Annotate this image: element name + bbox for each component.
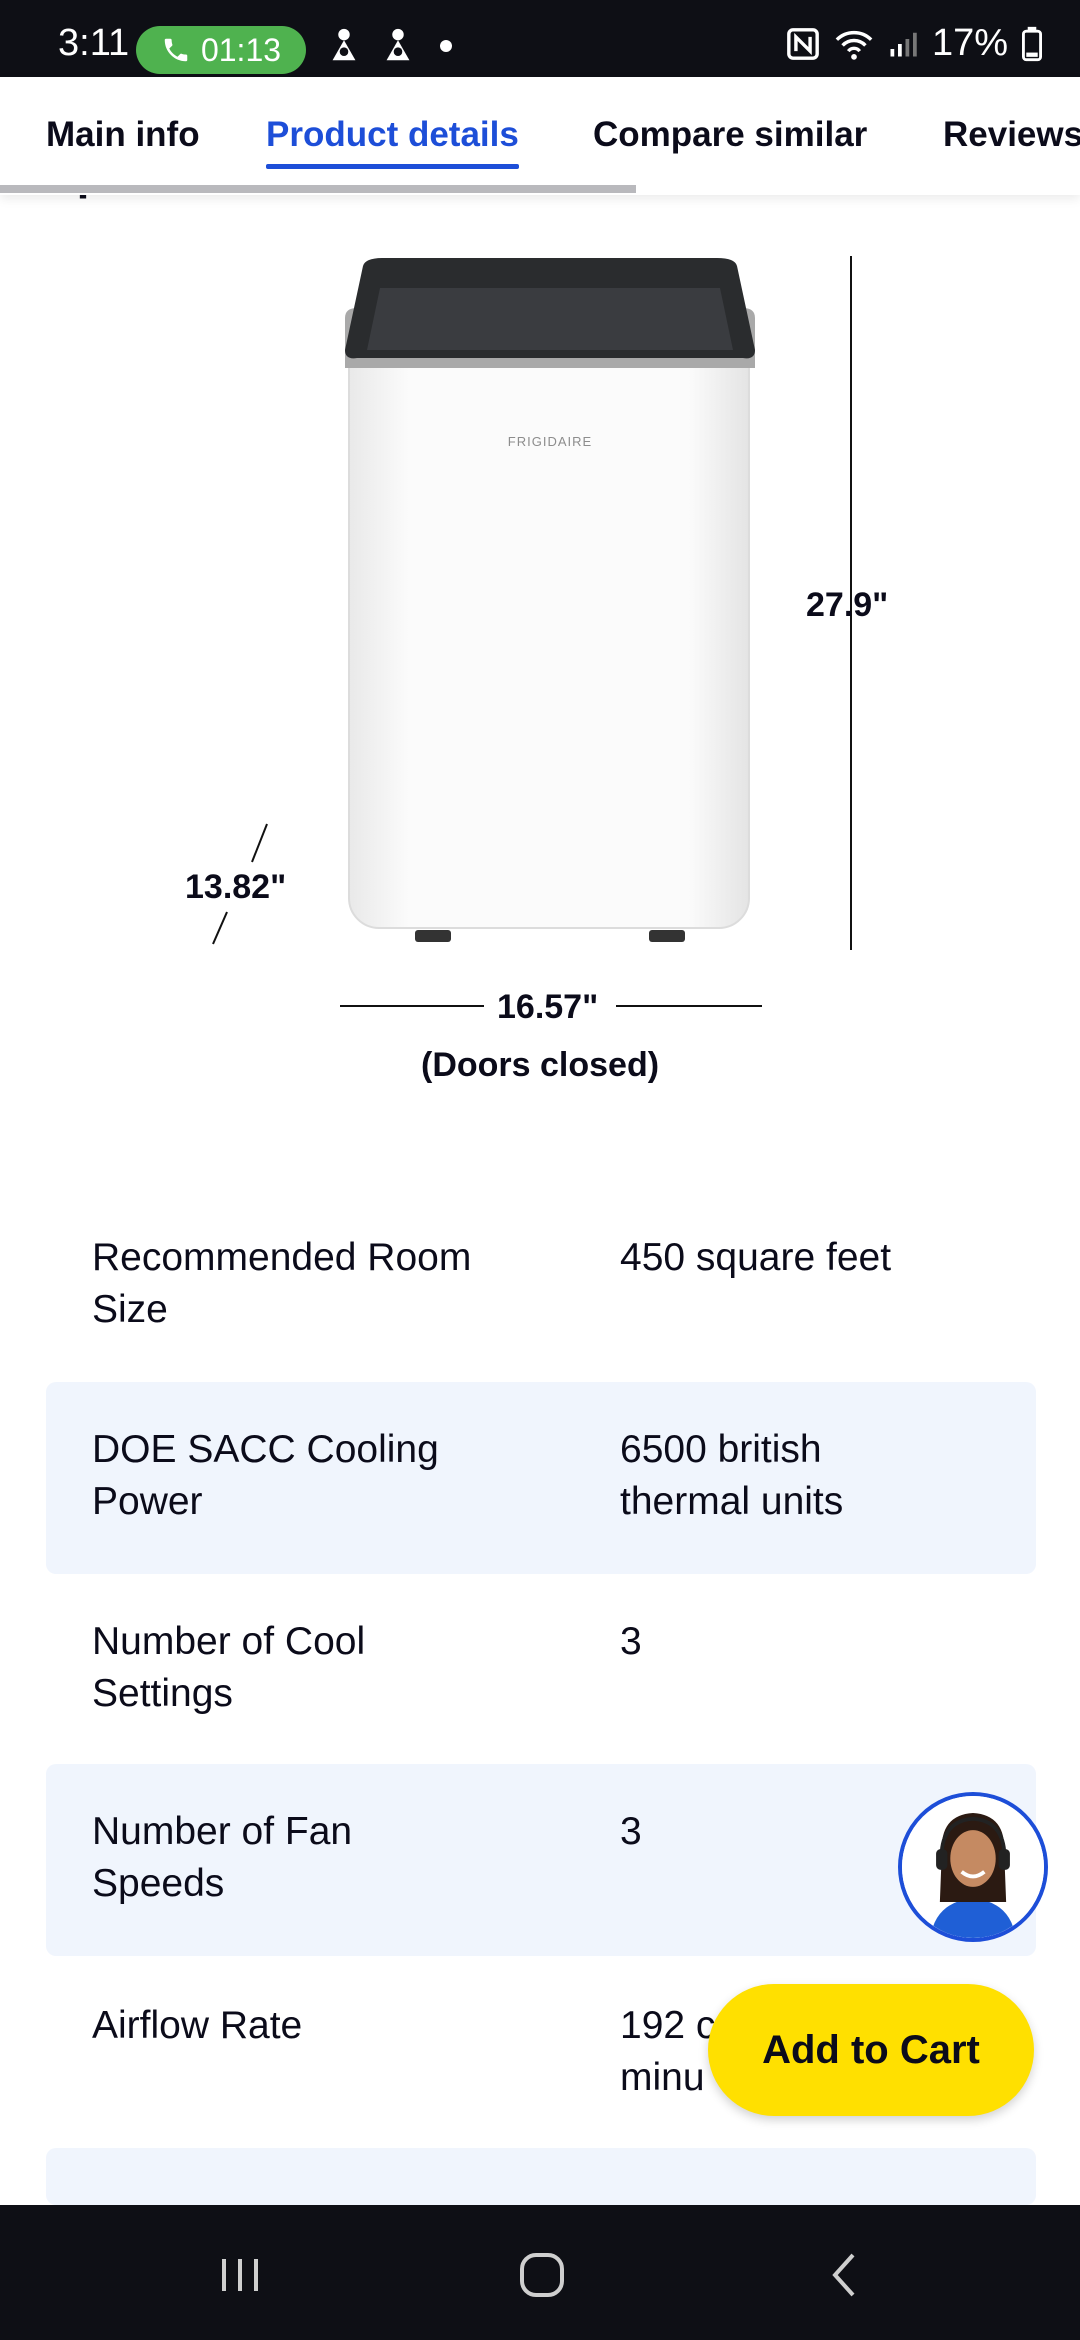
spec-row [46,2148,1036,2205]
spec-row: DOE SACC Cooling Power 6500 british ther… [46,1382,1036,1574]
spec-row: Number of Cool Settings 3 [46,1616,1036,1756]
phone-icon [164,38,188,62]
home-icon[interactable] [512,2245,572,2305]
battery-percent: 17% [931,22,1008,64]
depth-dimension: 13.82" [185,868,287,906]
spec-row: Recommended Room Size 450 square feet [46,1232,1036,1372]
brand-logo: FRIGIDAIRE [508,434,592,449]
spec-label: Recommended Room Size [92,1236,472,1331]
height-dimension: 27.9" [806,586,889,624]
notification-icon [386,28,410,61]
spec-label: Number of Fan Speeds [92,1810,353,1905]
tab-scroll-indicator [0,185,636,193]
dot-icon [440,40,452,52]
notification-icon [332,28,356,61]
spec-label: Number of Cool Settings [92,1620,366,1715]
tab-reviews[interactable]: Reviews [943,115,1080,155]
nfc-icon [787,27,819,60]
signal-icon [890,32,917,56]
spec-label: Airflow Rate [92,2004,303,2047]
agent-avatar-icon [902,1796,1044,1938]
navigation-bar [0,2205,1080,2340]
tab-compare-similar[interactable]: Compare similar [593,115,867,155]
width-dimension: 16.57" [497,988,599,1026]
call-timer: 01:13 [200,31,282,68]
width-note: (Doors closed) [421,1046,660,1084]
spec-row: Number of Fan Speeds 3 [46,1764,1036,1956]
status-time: 3:11 [58,22,130,64]
add-to-cart-button[interactable]: Add to Cart [708,1984,1034,2116]
battery-icon [1022,26,1042,61]
product-image: FRIGIDAIRE [345,258,755,942]
chat-agent-avatar[interactable] [898,1792,1048,1942]
spec-value: 3 [620,1620,642,1663]
wifi-icon [835,30,873,60]
spec-label: DOE SACC Cooling Power [92,1428,439,1523]
status-bar: 3:11 01:13 17% [0,0,1080,77]
tab-product-details[interactable]: Product details [266,115,519,169]
back-icon[interactable] [815,2245,875,2305]
call-pill[interactable]: 01:13 [136,26,306,74]
tab-bar: Main info Product details Compare simila… [0,77,1080,195]
spec-value: 6500 british thermal units [620,1428,844,1523]
tab-main-info[interactable]: Main info [46,115,200,155]
recent-apps-icon[interactable] [210,2245,270,2305]
spec-value: 450 square feet [620,1236,892,1279]
